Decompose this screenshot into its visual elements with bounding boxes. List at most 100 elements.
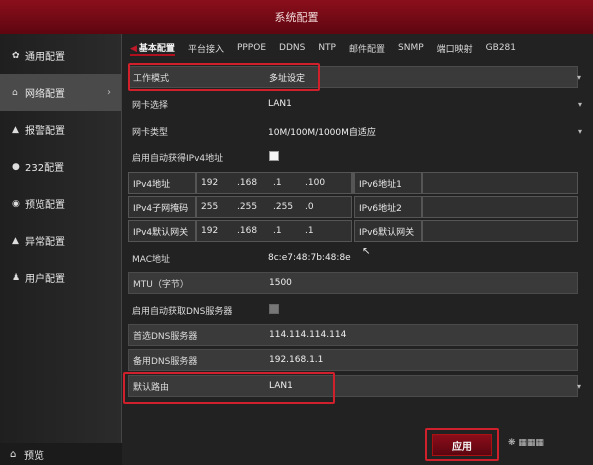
tab-port-mapping[interactable]: 端口映射 <box>437 42 473 55</box>
chevron-down-icon: ▾ <box>576 381 581 391</box>
auto-dns-label: 启用自动获取DNS服务器 <box>132 306 233 317</box>
tab-ddns[interactable]: DDNS <box>279 43 305 53</box>
dns-alt-row: 备用DNS服务器 192.168.1.1 <box>128 349 578 371</box>
ipv4-address-label: IPv4地址 <box>128 172 196 194</box>
sidebar-item-label: 报警配置 <box>25 126 65 137</box>
ipv4-address-field[interactable]: 192 .168 .1 .100 <box>196 172 352 194</box>
ipv6-gateway-field[interactable] <box>422 220 578 242</box>
tab-platform[interactable]: 平台接入 <box>188 42 224 55</box>
sidebar-bottom-label: 预览 <box>24 450 44 462</box>
dns-primary-row: 首选DNS服务器 114.114.114.114 <box>128 324 578 346</box>
ip-octet: .1 <box>273 178 282 188</box>
highlight-default-route <box>123 372 335 404</box>
window-title: 系统配置 <box>0 0 593 34</box>
sidebar-item-label: 232配置 <box>25 163 65 174</box>
nic-type-select[interactable]: 10M/100M/1000M自适应 <box>268 125 376 138</box>
mtu-input[interactable]: 1500 <box>269 278 292 288</box>
user-icon: ♟ <box>12 272 21 283</box>
sidebar-item-label: 通用配置 <box>25 52 65 63</box>
ipv4-mask-label: IPv4子网掩码 <box>128 196 196 218</box>
ipv4-mask-field[interactable]: 255 .255 .255 .0 <box>196 196 352 218</box>
ipv4-address-row: IPv4地址 192 .168 .1 .100 IPv6地址1 <box>128 172 578 194</box>
nic-type-label: 网卡类型 <box>132 127 169 138</box>
tab-label: 基本配置 <box>138 43 175 54</box>
tab-basic[interactable]: ◀ 基本配置 <box>130 41 175 56</box>
sidebar-item-232[interactable]: ● 232配置 <box>0 148 121 185</box>
ip-octet: .1 <box>273 226 282 236</box>
ip-octet: 192 <box>201 178 219 188</box>
ipv4-mask-row: IPv4子网掩码 255 .255 .255 .0 IPv6地址2 <box>128 196 578 218</box>
sidebar-item-general[interactable]: ✿ 通用配置 <box>0 37 121 74</box>
ipv6-gateway-label: IPv6默认网关 <box>354 220 422 242</box>
ip-octet: .0 <box>305 202 314 212</box>
sidebar-preview-button[interactable]: ⌂ 预览 <box>0 443 122 465</box>
ip-octet: .255 <box>273 202 294 212</box>
chevron-down-icon: ▾ <box>576 72 581 82</box>
dhcp-checkbox[interactable] <box>269 151 279 161</box>
ipv6-address1-field[interactable] <box>422 172 578 194</box>
sidebar-item-exception[interactable]: ▲ 异常配置 <box>0 222 121 259</box>
ip-octet: .168 <box>237 226 258 236</box>
nic-type-row[interactable]: 网卡类型 10M/100M/1000M自适应 ▾ <box>128 120 582 142</box>
sidebar-item-label: 网络配置 <box>25 89 65 100</box>
eye-icon: ◉ <box>12 198 20 209</box>
sidebar-item-network[interactable]: ⌂ 网络配置 › <box>0 74 121 111</box>
ip-octet: 255 <box>201 202 219 212</box>
mouse-cursor-icon: ↖ <box>362 246 371 257</box>
tab-bar: ◀ 基本配置 平台接入 PPPOE DDNS NTP 邮件配置 SNMP 端口映射… <box>122 38 593 58</box>
ipv6-address2-label: IPv6地址2 <box>354 196 422 218</box>
dhcp-row: 启用自动获得IPv4地址 <box>128 146 578 168</box>
apply-button[interactable]: 应用 <box>432 434 492 456</box>
nic-select-row[interactable]: 网卡选择 LAN1 ▾ <box>128 93 582 115</box>
watermark-logo: ❋ ▦▦▦ <box>508 438 544 448</box>
gear-icon: ✿ <box>12 50 20 61</box>
network-icon: ⌂ <box>12 87 18 98</box>
mtu-row: MTU（字节） 1500 <box>128 272 578 294</box>
ip-octet: .255 <box>237 202 258 212</box>
tab-pppoe[interactable]: PPPOE <box>237 43 266 53</box>
ipv4-gateway-field[interactable]: 192 .168 .1 .1 <box>196 220 352 242</box>
sidebar-item-user[interactable]: ♟ 用户配置 <box>0 259 121 296</box>
nic-select[interactable]: LAN1 <box>268 99 292 109</box>
tab-gb28181[interactable]: GB281 <box>486 43 516 53</box>
sidebar-item-alarm[interactable]: ▲ 报警配置 <box>0 111 121 148</box>
ipv6-address1-label: IPv6地址1 <box>354 172 422 194</box>
auto-dns-row: 启用自动获取DNS服务器 <box>128 299 578 321</box>
tab-snmp[interactable]: SNMP <box>398 43 424 53</box>
chevron-down-icon: ▾ <box>577 99 582 109</box>
config-window: 系统配置 ✿ 通用配置 ⌂ 网络配置 › ▲ 报警配置 ● 232配置 ◉ 预览… <box>0 0 593 465</box>
ipv4-gateway-label: IPv4默认网关 <box>128 220 196 242</box>
mac-label: MAC地址 <box>132 254 171 265</box>
ipv4-gateway-row: IPv4默认网关 192 .168 .1 .1 IPv6默认网关 <box>128 220 578 242</box>
sidebar-item-preview[interactable]: ◉ 预览配置 <box>0 185 121 222</box>
arrow-left-icon: ◀ <box>130 43 137 54</box>
ip-octet: .168 <box>237 178 258 188</box>
ip-octet: 192 <box>201 226 219 236</box>
home-icon: ⌂ <box>10 448 17 460</box>
nic-select-label: 网卡选择 <box>132 100 169 111</box>
highlight-work-mode <box>128 63 320 91</box>
dhcp-label: 启用自动获得IPv4地址 <box>132 153 224 164</box>
dns-primary-input[interactable]: 114.114.114.114 <box>269 330 346 340</box>
sidebar-item-label: 异常配置 <box>25 237 65 248</box>
auto-dns-checkbox[interactable] <box>269 304 279 314</box>
dns-alt-input[interactable]: 192.168.1.1 <box>269 355 323 365</box>
mtu-label: MTU（字节） <box>133 279 189 290</box>
tab-ntp[interactable]: NTP <box>318 43 336 53</box>
dns-alt-label: 备用DNS服务器 <box>133 356 198 367</box>
mac-row: MAC地址 8c:e7:48:7b:48:8e <box>128 247 578 269</box>
warning-icon: ▲ <box>12 235 19 246</box>
chevron-right-icon: › <box>107 87 111 98</box>
chevron-down-icon: ▾ <box>577 126 582 136</box>
mac-value: 8c:e7:48:7b:48:8e <box>268 253 351 263</box>
ip-octet: .100 <box>305 178 326 188</box>
bell-icon: ▲ <box>12 124 19 135</box>
sidebar: ✿ 通用配置 ⌂ 网络配置 › ▲ 报警配置 ● 232配置 ◉ 预览配置 ▲ … <box>0 34 122 465</box>
port-icon: ● <box>12 161 20 172</box>
ip-octet: .1 <box>305 226 314 236</box>
tab-email[interactable]: 邮件配置 <box>349 42 385 55</box>
ipv6-address2-field[interactable] <box>422 196 578 218</box>
sidebar-item-label: 预览配置 <box>25 200 65 211</box>
sidebar-item-label: 用户配置 <box>25 274 65 285</box>
dns-primary-label: 首选DNS服务器 <box>133 331 198 342</box>
